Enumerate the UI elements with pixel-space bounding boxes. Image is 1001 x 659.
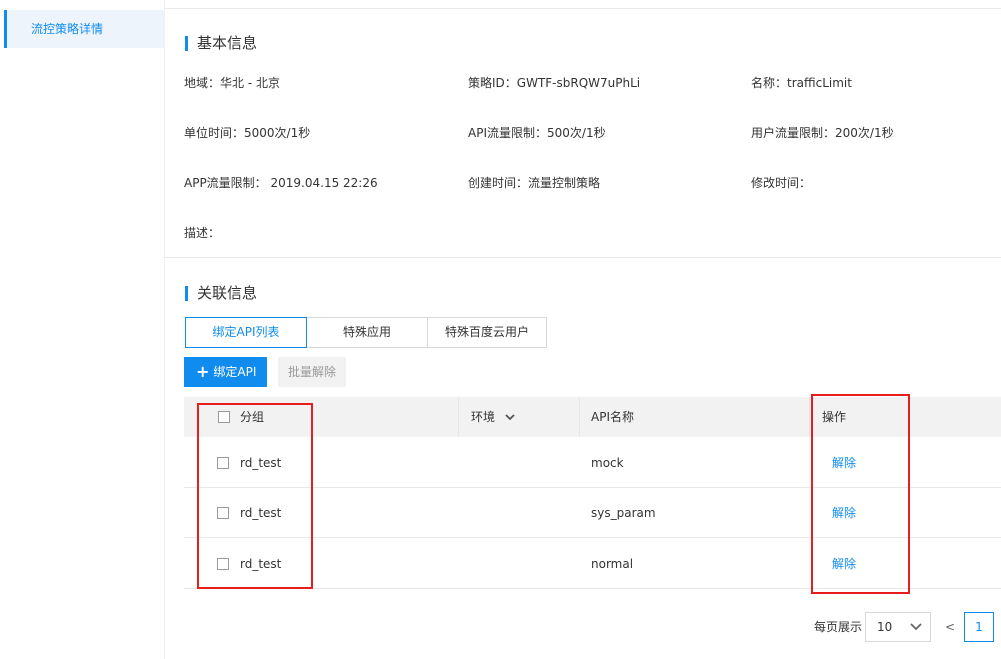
sidebar-item-policy-detail[interactable]: 流控策略详情 — [4, 10, 164, 48]
column-env[interactable]: 环境 — [471, 397, 515, 437]
page-1-button[interactable]: 1 — [964, 612, 994, 642]
page: 流控策略详情 基本信息 地域：华北 - 北京 策略ID：GWTF-sbRQW7u… — [0, 0, 1001, 659]
field-created-time: 创建时间：流量控制策略 — [468, 176, 601, 190]
field-user-limit: 用户流量限制：200次/1秒 — [751, 126, 894, 140]
bind-api-button[interactable]: + 绑定API — [184, 357, 267, 387]
tab-special-baidu-users[interactable]: 特殊百度云用户 — [427, 317, 547, 348]
field-modified-time: 修改时间： — [751, 176, 812, 190]
batch-unbind-button[interactable]: 批量解除 — [278, 357, 346, 387]
related-info-title: 关联信息 — [185, 283, 257, 303]
basic-info-title: 基本信息 — [185, 33, 257, 53]
field-unit-time: 单位时间：5000次/1秒 — [184, 126, 311, 140]
tab-bar: 绑定API列表 特殊应用 特殊百度云用户 — [185, 317, 547, 348]
divider — [164, 257, 1001, 258]
per-page-select[interactable]: 10 — [865, 612, 931, 642]
field-app-limit: APP流量限制： 2019.04.15 22:26 — [184, 176, 378, 190]
cell-api-name: sys_param — [591, 506, 656, 520]
cell-api-name: mock — [591, 456, 624, 470]
field-description: 描述： — [184, 226, 221, 240]
column-divider — [579, 397, 580, 437]
highlight-box-action-column — [811, 394, 910, 594]
chevron-down-icon — [910, 623, 922, 631]
field-api-limit: API流量限制：500次/1秒 — [468, 126, 606, 140]
chevron-down-icon — [505, 414, 515, 421]
divider — [164, 8, 1001, 9]
sidebar: 流控策略详情 — [0, 0, 165, 659]
field-policy-id: 策略ID：GWTF-sbRQW7uPhLi — [468, 76, 641, 90]
cell-api-name: normal — [591, 557, 634, 571]
column-divider — [809, 397, 810, 437]
tab-special-apps[interactable]: 特殊应用 — [306, 317, 428, 348]
column-api-name: API名称 — [591, 410, 634, 424]
field-name: 名称：trafficLimit — [751, 76, 852, 90]
tab-bound-api-list[interactable]: 绑定API列表 — [185, 317, 307, 348]
plus-icon: + — [196, 362, 210, 381]
highlight-box-group-column — [197, 403, 313, 589]
per-page-label: 每页展示 — [814, 620, 863, 634]
column-divider — [458, 397, 459, 437]
field-region: 地域：华北 - 北京 — [184, 76, 280, 90]
prev-page-button[interactable]: < — [945, 620, 955, 634]
